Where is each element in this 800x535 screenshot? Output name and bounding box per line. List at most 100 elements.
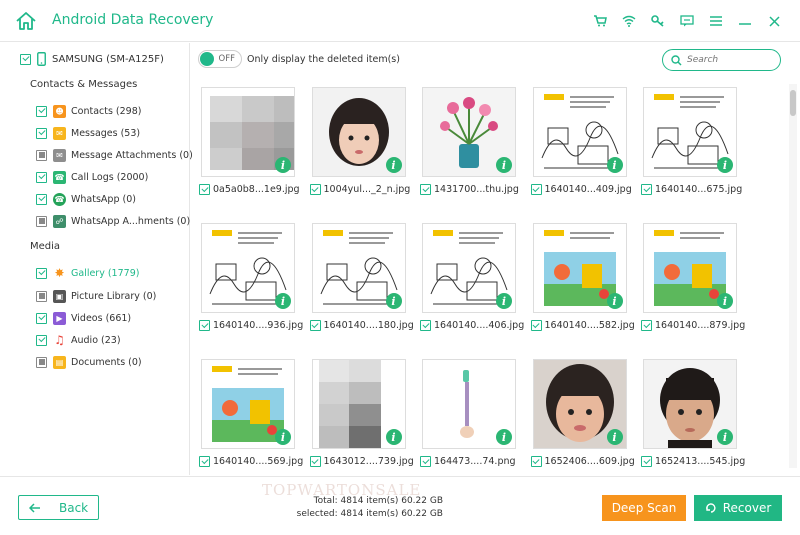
sidebar-item-picture-library[interactable]: ▣ Picture Library (0) xyxy=(36,288,156,304)
info-icon[interactable]: i xyxy=(717,293,733,309)
file-thumbnail[interactable]: i xyxy=(311,87,406,177)
deep-scan-button[interactable]: Deep Scan xyxy=(602,495,686,521)
file-tile[interactable]: i 1640140....569.jpg xyxy=(199,359,303,469)
scrollbar-thumb[interactable] xyxy=(790,90,796,116)
checkbox[interactable] xyxy=(36,105,47,117)
file-tile[interactable]: i 1640140....180.jpg xyxy=(309,223,414,333)
file-checkbox[interactable] xyxy=(641,320,652,331)
sidebar-item-whatsapp-attachments[interactable]: ☍ WhatsApp A...hments (0) xyxy=(36,213,190,229)
wifi-icon[interactable] xyxy=(617,12,641,30)
file-thumbnail[interactable]: i xyxy=(643,87,737,177)
info-icon[interactable]: i xyxy=(496,157,512,173)
sidebar-item-audio[interactable]: ♫ Audio (23) xyxy=(36,332,121,348)
info-icon[interactable]: i xyxy=(385,429,402,445)
file-caption[interactable]: 1640140....879.jpg xyxy=(641,320,745,331)
info-icon[interactable]: i xyxy=(606,429,623,445)
file-checkbox[interactable] xyxy=(420,320,431,331)
checkbox[interactable] xyxy=(36,334,47,346)
file-thumbnail[interactable]: i xyxy=(532,87,627,177)
info-icon[interactable]: i xyxy=(385,293,402,309)
sidebar-item-message-attachments[interactable]: ✉ Message Attachments (0) xyxy=(36,147,193,163)
checkbox[interactable] xyxy=(36,193,47,205)
device-checkbox[interactable] xyxy=(20,53,31,65)
device-row[interactable]: SAMSUNG (SM-A125F) xyxy=(20,52,164,66)
vertical-scrollbar[interactable] xyxy=(789,84,797,468)
checkbox[interactable] xyxy=(36,149,47,161)
file-tile[interactable]: i 1652406....609.jpg xyxy=(530,359,635,469)
cart-icon[interactable] xyxy=(588,12,612,30)
info-icon[interactable]: i xyxy=(275,293,291,309)
key-icon[interactable] xyxy=(646,12,670,30)
file-tile[interactable]: i 1640140....936.jpg xyxy=(199,223,303,333)
file-tile[interactable]: i 1640140....582.jpg xyxy=(530,223,635,333)
info-icon[interactable]: i xyxy=(275,157,291,173)
sidebar-item-whatsapp[interactable]: ☎ WhatsApp (0) xyxy=(36,191,136,207)
file-thumbnail[interactable]: i xyxy=(311,359,406,449)
file-tile[interactable]: i 1640140....406.jpg xyxy=(420,223,524,333)
file-caption[interactable]: 0a5a0b8...1e9.jpg xyxy=(199,184,300,195)
file-caption[interactable]: 1640140....582.jpg xyxy=(530,320,635,331)
file-tile[interactable]: i 1643012....739.jpg xyxy=(309,359,414,469)
file-thumbnail[interactable]: i xyxy=(201,223,295,313)
checkbox[interactable] xyxy=(36,215,47,227)
file-caption[interactable]: 1640140....406.jpg xyxy=(420,320,524,331)
file-thumbnail[interactable]: i xyxy=(643,223,737,313)
file-checkbox[interactable] xyxy=(309,320,321,331)
info-icon[interactable]: i xyxy=(275,429,291,445)
file-checkbox[interactable] xyxy=(199,184,210,195)
file-tile[interactable]: i 1431700...thu.jpg xyxy=(420,87,519,197)
checkbox[interactable] xyxy=(36,127,47,139)
sidebar-item-contacts[interactable]: ☻ Contacts (298) xyxy=(36,103,141,119)
file-caption[interactable]: 1640140....180.jpg xyxy=(309,320,414,331)
file-caption[interactable]: 1640140...409.jpg xyxy=(530,184,632,195)
file-tile[interactable]: i 0a5a0b8...1e9.jpg xyxy=(199,87,300,197)
file-checkbox[interactable] xyxy=(309,456,321,467)
sidebar-item-videos[interactable]: ▶ Videos (661) xyxy=(36,310,131,326)
file-thumbnail[interactable]: i xyxy=(201,87,295,177)
file-thumbnail[interactable]: i xyxy=(422,223,516,313)
checkbox[interactable] xyxy=(36,267,47,279)
file-caption[interactable]: 1652406....609.jpg xyxy=(530,456,635,467)
file-thumbnail[interactable]: i xyxy=(422,87,516,177)
file-tile[interactable]: i 1640140...409.jpg xyxy=(530,87,632,197)
minimize-icon[interactable] xyxy=(733,12,757,30)
file-caption[interactable]: 164473....74.png xyxy=(420,456,516,467)
sidebar-item-gallery[interactable]: ✸ Gallery (1779) xyxy=(36,265,139,281)
file-tile[interactable]: i 1640140...675.jpg xyxy=(641,87,742,197)
file-thumbnail[interactable]: i xyxy=(201,359,295,449)
info-icon[interactable]: i xyxy=(496,429,512,445)
info-icon[interactable]: i xyxy=(496,293,512,309)
recover-button[interactable]: Recover xyxy=(694,495,782,521)
file-checkbox[interactable] xyxy=(199,320,210,331)
sidebar-item-messages[interactable]: ✉ Messages (53) xyxy=(36,125,140,141)
feedback-icon[interactable] xyxy=(675,12,699,30)
file-caption[interactable]: 1004yul..._2_n.jpg xyxy=(309,184,410,195)
file-checkbox[interactable] xyxy=(641,456,652,467)
info-icon[interactable]: i xyxy=(717,157,733,173)
checkbox[interactable] xyxy=(36,356,47,368)
close-icon[interactable] xyxy=(762,12,786,30)
file-checkbox[interactable] xyxy=(530,184,542,195)
file-thumbnail[interactable]: i xyxy=(532,359,627,449)
sidebar-item-documents[interactable]: ▤ Documents (0) xyxy=(36,354,142,370)
file-caption[interactable]: 1640140...675.jpg xyxy=(641,184,742,195)
file-caption[interactable]: 1652413....545.jpg xyxy=(641,456,745,467)
deleted-only-toggle[interactable]: OFF xyxy=(198,50,242,68)
checkbox[interactable] xyxy=(36,312,47,324)
sidebar-item-call-logs[interactable]: ☎ Call Logs (2000) xyxy=(36,169,148,185)
home-icon[interactable] xyxy=(14,9,38,33)
file-thumbnail[interactable]: i xyxy=(422,359,516,449)
file-checkbox[interactable] xyxy=(199,456,210,467)
file-caption[interactable]: 1640140....569.jpg xyxy=(199,456,303,467)
info-icon[interactable]: i xyxy=(385,157,402,173)
file-checkbox[interactable] xyxy=(420,184,431,195)
file-caption[interactable]: 1643012....739.jpg xyxy=(309,456,414,467)
file-tile[interactable]: i 1004yul..._2_n.jpg xyxy=(309,87,410,197)
file-thumbnail[interactable]: i xyxy=(532,223,627,313)
file-tile[interactable]: i 1652413....545.jpg xyxy=(641,359,745,469)
back-button[interactable]: Back xyxy=(18,495,99,520)
file-caption[interactable]: 1431700...thu.jpg xyxy=(420,184,519,195)
checkbox[interactable] xyxy=(36,171,47,183)
file-caption[interactable]: 1640140....936.jpg xyxy=(199,320,303,331)
file-thumbnail[interactable]: i xyxy=(311,223,406,313)
